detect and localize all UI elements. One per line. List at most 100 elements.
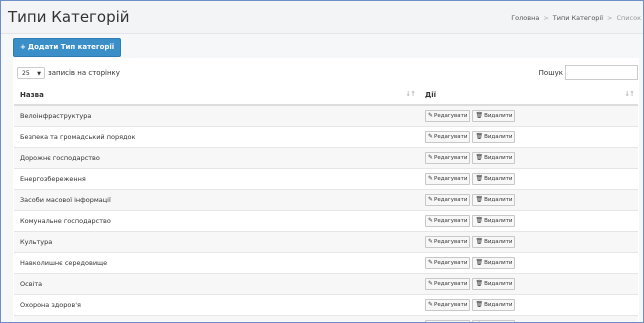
actions-cell: ✎Редагувати🗑Видалити: [419, 189, 638, 211]
actions-cell: ✎Редагувати🗑Видалити: [419, 252, 638, 274]
page-title: Типи Категорій: [8, 8, 130, 26]
table-row: Засоби масової інформації ✎Редагувати 🗑Вид…: [14, 189, 638, 211]
edit-button[interactable]: ✎Редагувати: [425, 152, 471, 164]
category-name-cell: Засоби масової інформації: [14, 189, 419, 211]
trash-icon: 🗑: [475, 133, 484, 140]
edit-label: Редагувати: [434, 218, 468, 224]
delete-label: Видалити: [484, 155, 513, 161]
page-length-label: записів на сторінку: [48, 69, 120, 77]
breadcrumb-separator: >: [543, 14, 549, 22]
edit-icon: ✎: [428, 112, 434, 119]
delete-label: Видалити: [484, 218, 513, 224]
edit-button[interactable]: ✎Редагувати: [425, 278, 471, 290]
edit-label: Редагувати: [434, 239, 468, 245]
search-input[interactable]: [565, 65, 638, 80]
delete-label: Видалити: [484, 113, 513, 119]
edit-icon: ✎: [428, 217, 434, 224]
category-name-cell: Охорона здоров'я: [14, 294, 419, 316]
add-category-type-button[interactable]: + Додати Тип категорії: [13, 38, 122, 57]
trash-icon: 🗑: [475, 280, 484, 287]
column-header-name[interactable]: Назва ↓↑: [14, 86, 419, 106]
table-row: Охорона здоров'я ✎Редагувати 🗑Видалити: [14, 294, 638, 316]
delete-button[interactable]: 🗑Видалити: [472, 236, 516, 248]
delete-button[interactable]: 🗑Видалити: [472, 110, 516, 122]
category-name-cell: Культура: [14, 231, 419, 253]
delete-button[interactable]: 🗑Видалити: [472, 257, 516, 269]
breadcrumb-separator: >: [607, 14, 613, 22]
trash-icon: 🗑: [475, 175, 484, 182]
trash-icon: 🗑: [475, 238, 484, 245]
delete-label: Видалити: [484, 281, 513, 287]
delete-button[interactable]: 🗑Видалити: [472, 131, 516, 143]
breadcrumb-current: Список: [616, 14, 642, 22]
delete-label: Видалити: [484, 302, 513, 308]
edit-label: Редагувати: [434, 155, 468, 161]
edit-button[interactable]: ✎Редагувати: [425, 173, 471, 185]
page-length-select[interactable]: 25 ▼: [17, 67, 45, 79]
actions-cell: ✎Редагувати🗑Видалити: [419, 168, 638, 190]
category-name-cell: Соціальний захист: [14, 315, 419, 322]
trash-icon: 🗑: [475, 196, 484, 203]
delete-button[interactable]: 🗑Видалити: [472, 299, 516, 311]
delete-button[interactable]: 🗑Видалити: [472, 194, 516, 206]
category-types-table: Назва ↓↑ Дії ↓↑ Велоінфраструктура ✎Редагув…: [14, 86, 638, 322]
category-name-cell: Дорожнє господарство: [14, 147, 419, 169]
trash-icon: 🗑: [475, 217, 484, 224]
delete-label: Видалити: [484, 176, 513, 182]
edit-icon: ✎: [428, 133, 434, 140]
edit-button[interactable]: ✎Редагувати: [425, 131, 471, 143]
table-row: Дорожнє господарство ✎Редагувати 🗑Видалити: [14, 147, 638, 169]
trash-icon: 🗑: [475, 301, 484, 308]
edit-button[interactable]: ✎Редагувати: [425, 257, 471, 269]
edit-icon: ✎: [428, 301, 434, 308]
edit-label: Редагувати: [434, 260, 468, 266]
edit-icon: ✎: [428, 154, 434, 161]
category-name-cell: Енергозбереження: [14, 168, 419, 190]
delete-label: Видалити: [484, 239, 513, 245]
delete-button[interactable]: 🗑Видалити: [472, 278, 516, 290]
breadcrumb-category-types[interactable]: Типи Категорії: [553, 14, 603, 22]
sort-icon: ↓↑: [405, 90, 416, 98]
app-window: Типи Категорій Головна > Типи Категорії > Сп…: [0, 0, 644, 323]
trash-icon: 🗑: [475, 154, 484, 161]
delete-button[interactable]: 🗑Видалити: [472, 173, 516, 185]
edit-icon: ✎: [428, 238, 434, 245]
edit-button[interactable]: ✎Редагувати: [425, 299, 471, 311]
table-row: Комунальне господарство ✎Редагувати 🗑Видал…: [14, 210, 638, 232]
edit-button[interactable]: ✎Редагувати: [425, 110, 471, 122]
page-length-value: 25: [22, 70, 30, 77]
category-name-cell: Велоінфраструктура: [14, 104, 419, 127]
delete-label: Видалити: [484, 260, 513, 266]
table-row: Безпека та громадський порядок ✎Редагуват…: [14, 126, 638, 148]
edit-label: Редагувати: [434, 302, 468, 308]
edit-button[interactable]: ✎Редагувати: [425, 215, 471, 227]
chevron-down-icon: ▼: [37, 71, 41, 77]
trash-icon: 🗑: [475, 112, 484, 119]
table-header-row: Назва ↓↑ Дії ↓↑: [14, 86, 638, 106]
column-header-actions[interactable]: Дії ↓↑: [419, 86, 638, 106]
edit-label: Редагувати: [434, 281, 468, 287]
actions-cell: ✎Редагувати🗑Видалити: [419, 126, 638, 148]
plus-icon: +: [20, 43, 26, 51]
table-row: Навколишнє середовище ✎Редагувати 🗑Видалит…: [14, 252, 638, 274]
table-row: Енергозбереження ✎Редагувати 🗑Видалити: [14, 168, 638, 190]
page-header: Типи Категорій Головна > Типи Категорії > Сп…: [1, 1, 643, 34]
actions-cell: ✎Редагувати🗑Видалити: [419, 231, 638, 253]
edit-icon: ✎: [428, 175, 434, 182]
add-button-label: Додати Тип категорії: [27, 43, 115, 51]
table-row: Велоінфраструктура ✎Редагувати 🗑Видалити: [14, 104, 638, 127]
edit-icon: ✎: [428, 196, 434, 203]
trash-icon: 🗑: [475, 259, 484, 266]
edit-button[interactable]: ✎Редагувати: [425, 194, 471, 206]
edit-label: Редагувати: [434, 134, 468, 140]
delete-label: Видалити: [484, 134, 513, 140]
breadcrumb-home[interactable]: Головна: [511, 14, 539, 22]
edit-label: Редагувати: [434, 113, 468, 119]
edit-label: Редагувати: [434, 197, 468, 203]
delete-button[interactable]: 🗑Видалити: [472, 152, 516, 164]
edit-button[interactable]: ✎Редагувати: [425, 236, 471, 248]
table-row: Соціальний захист✎Редагувати🗑Видалити: [14, 315, 638, 322]
actions-cell: ✎Редагувати🗑Видалити: [419, 147, 638, 169]
actions-cell: ✎Редагувати🗑Видалити: [419, 104, 638, 127]
delete-button[interactable]: 🗑Видалити: [472, 215, 516, 227]
